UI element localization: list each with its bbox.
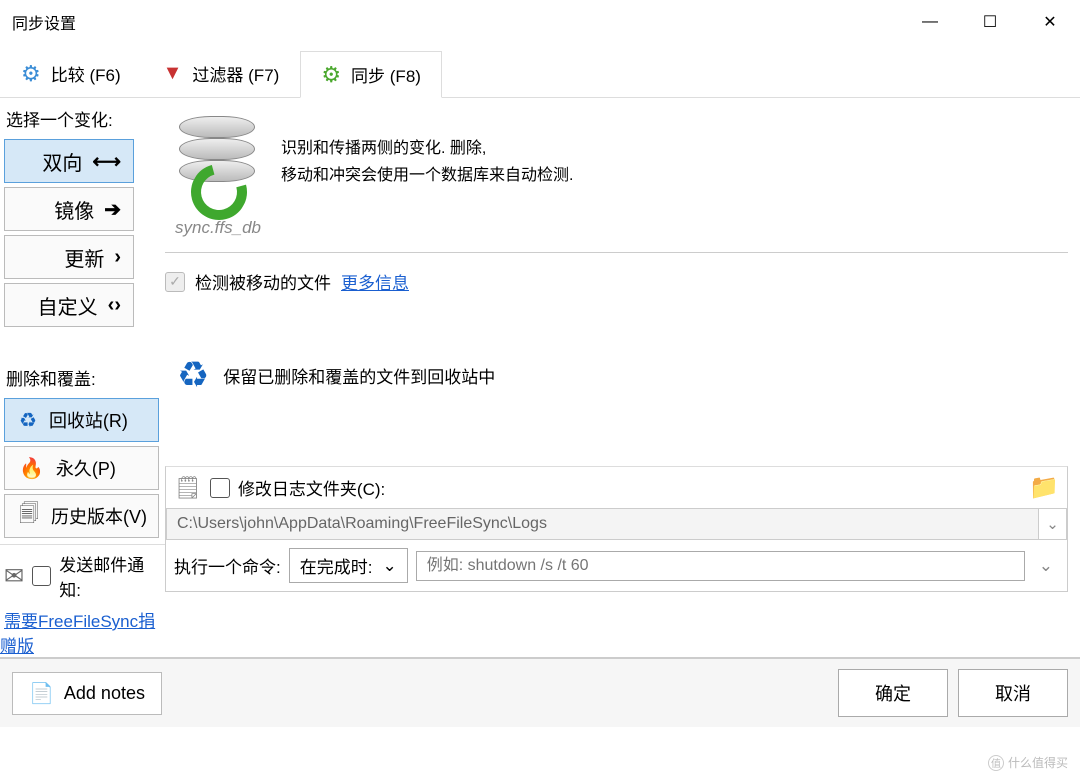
- cmd-label: 执行一个命令:: [174, 553, 281, 578]
- code-icon: ‹›: [108, 294, 121, 317]
- delete-permanent-button[interactable]: 🔥 永久(P): [4, 446, 159, 490]
- change-log-label: 修改日志文件夹(C):: [238, 475, 385, 500]
- footer-bar: 📄 Add notes 确定 取消: [0, 657, 1080, 727]
- mail-label: 发送邮件通知:: [59, 551, 161, 601]
- cmd-when-value: 在完成时:: [300, 553, 373, 578]
- variant-mirror-button[interactable]: 镜像 ➔: [4, 187, 134, 231]
- variant-update-button[interactable]: 更新 ›: [4, 235, 134, 279]
- log-list-icon: 🗒: [174, 475, 202, 501]
- chevron-down-icon[interactable]: ⌄: [1033, 556, 1059, 576]
- two-way-arrow-icon: ⟷: [92, 149, 121, 174]
- variant-twoway-label: 双向: [42, 147, 82, 176]
- variant-mirror-label: 镜像: [54, 195, 94, 224]
- sync-db-filename: sync.ffs_db: [175, 218, 1068, 238]
- cmd-input[interactable]: [416, 551, 1025, 581]
- gear-icon: ⚙: [21, 61, 41, 87]
- delete-versioning-button[interactable]: 🗐 历史版本(V): [4, 494, 159, 538]
- chevron-right-icon: ›: [114, 246, 121, 269]
- more-info-link[interactable]: 更多信息: [341, 269, 409, 294]
- database-sync-icon: [173, 112, 263, 212]
- tab-sync[interactable]: ⚙ 同步 (F8): [300, 51, 442, 98]
- change-log-checkbox[interactable]: [210, 478, 230, 498]
- delete-recycle-label: 回收站(R): [49, 407, 128, 433]
- add-notes-label: Add notes: [64, 683, 145, 704]
- delete-recycle-button[interactable]: ♻ 回收站(R): [4, 398, 159, 442]
- donate-link[interactable]: 需要FreeFileSync捐赠版: [0, 612, 155, 656]
- tab-compare[interactable]: ⚙ 比较 (F6): [0, 50, 142, 97]
- recycle-bin-icon: ♻: [177, 354, 209, 396]
- document-icon: 🗐: [19, 499, 39, 533]
- watermark-logo-icon: 值: [988, 755, 1004, 771]
- variant-twoway-button[interactable]: 双向 ⟷: [4, 139, 134, 183]
- recycle-icon: ♻: [19, 408, 37, 433]
- detect-moved-label: 检测被移动的文件: [195, 269, 331, 294]
- delete-versioning-label: 历史版本(V): [51, 503, 147, 529]
- tab-filter[interactable]: ▼ 过滤器 (F7): [142, 50, 301, 97]
- variant-update-label: 更新: [64, 243, 104, 272]
- tab-bar: ⚙ 比较 (F6) ▼ 过滤器 (F7) ⚙ 同步 (F8): [0, 50, 1080, 98]
- chevron-down-icon: ⌄: [382, 556, 396, 576]
- folder-icon[interactable]: 📁: [1029, 473, 1059, 502]
- delete-description: 保留已删除和覆盖的文件到回收站中: [223, 363, 495, 388]
- cancel-button[interactable]: 取消: [958, 669, 1068, 717]
- minimize-button[interactable]: ―: [900, 0, 960, 44]
- detect-moved-checkbox: ✓: [165, 272, 185, 292]
- watermark: 值 什么值得买: [988, 754, 1068, 771]
- window-title: 同步设置: [12, 10, 76, 34]
- log-path-input[interactable]: [166, 508, 1039, 540]
- funnel-icon: ▼: [163, 62, 183, 85]
- variant-custom-button[interactable]: 自定义 ‹›: [4, 283, 134, 327]
- right-arrow-icon: ➔: [104, 197, 121, 222]
- title-bar: 同步设置 ― ☐ ✕: [0, 0, 1080, 44]
- ok-button[interactable]: 确定: [838, 669, 948, 717]
- delete-permanent-label: 永久(P): [56, 455, 116, 481]
- variant-description: 识别和传播两侧的变化. 删除, 移动和冲突会使用一个数据库来自动检测.: [281, 135, 573, 189]
- delete-section-label: 删除和覆盖:: [0, 357, 165, 398]
- fire-icon: 🔥: [19, 456, 44, 481]
- log-path-dropdown[interactable]: ⌄: [1039, 508, 1067, 540]
- add-notes-button[interactable]: 📄 Add notes: [12, 672, 162, 715]
- variant-section-label: 选择一个变化:: [0, 98, 165, 139]
- tab-filter-label: 过滤器 (F7): [192, 61, 279, 86]
- variant-custom-label: 自定义: [38, 291, 98, 320]
- gear-icon: ⚙: [321, 62, 341, 88]
- tab-compare-label: 比较 (F6): [51, 61, 121, 86]
- mail-checkbox[interactable]: [32, 566, 51, 586]
- mail-icon: ✉: [4, 562, 24, 591]
- close-button[interactable]: ✕: [1020, 0, 1080, 44]
- maximize-button[interactable]: ☐: [960, 0, 1020, 44]
- cmd-when-select[interactable]: 在完成时: ⌄: [289, 548, 408, 583]
- note-icon: 📄: [29, 681, 54, 706]
- tab-sync-label: 同步 (F8): [351, 62, 421, 87]
